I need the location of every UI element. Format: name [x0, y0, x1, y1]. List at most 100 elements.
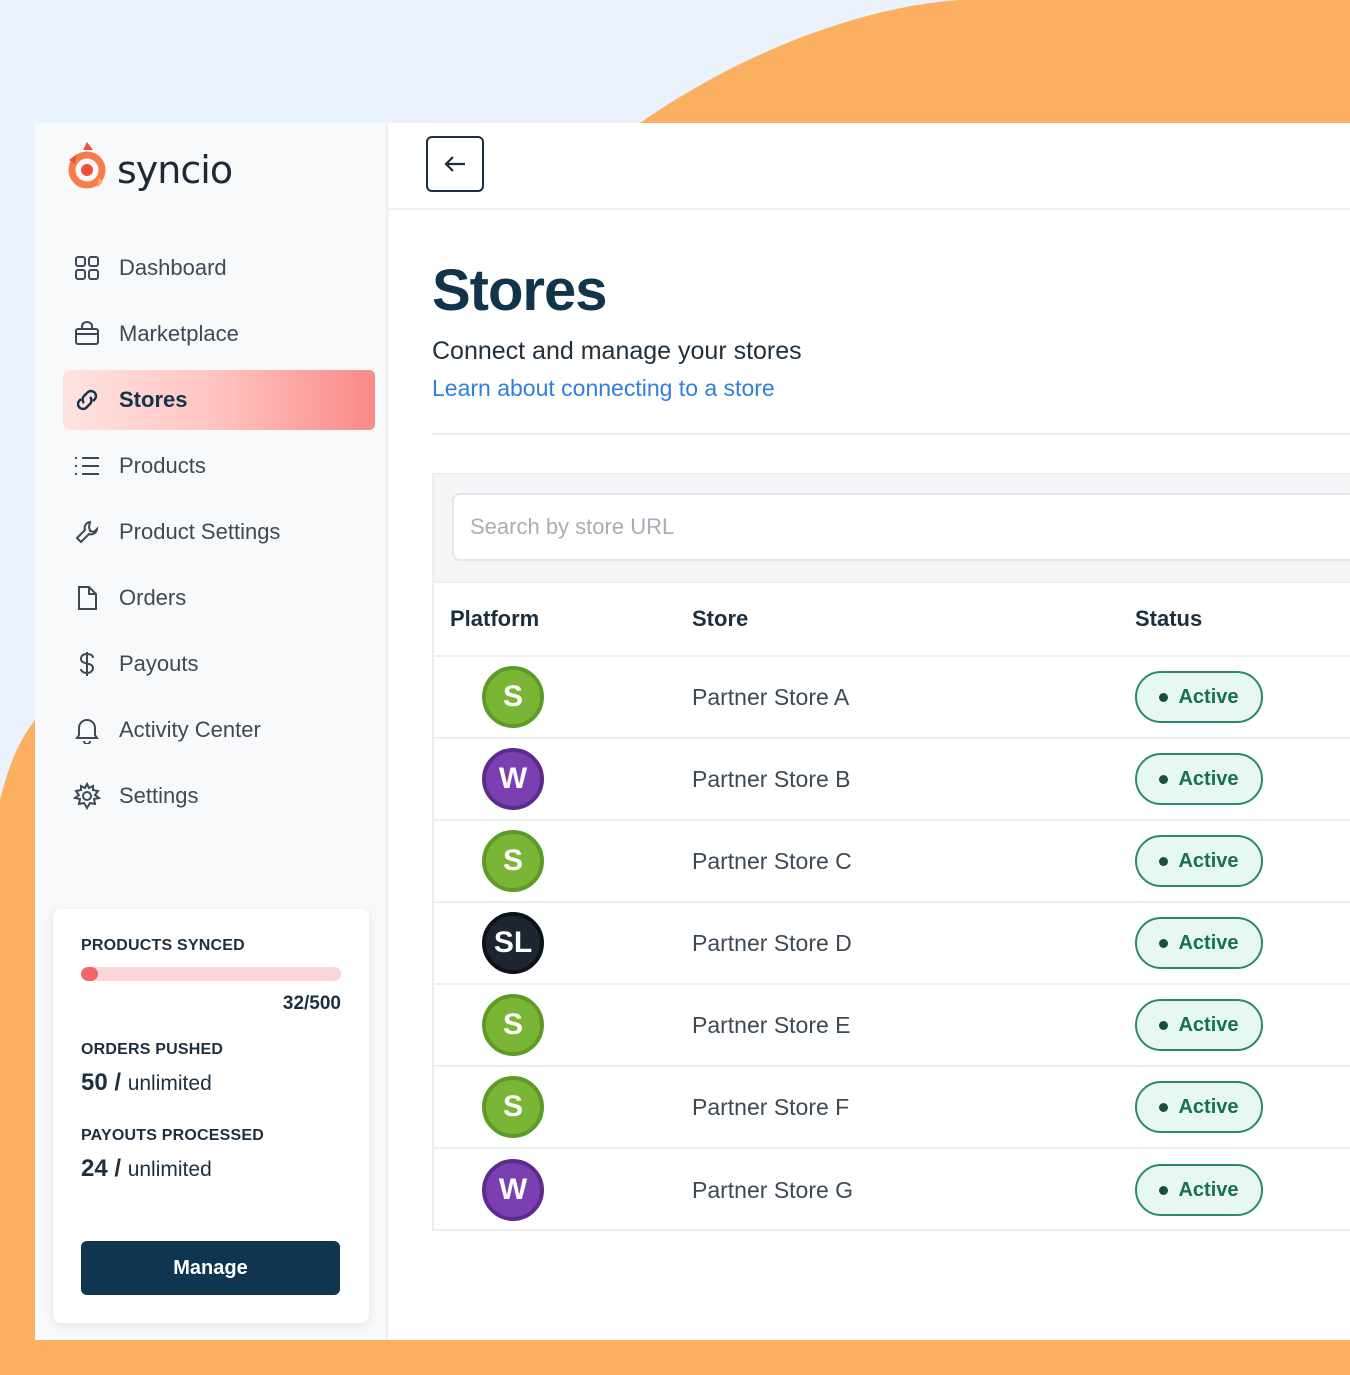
woocommerce-platform-avatar: W [482, 1159, 544, 1221]
sidebar-item-payouts[interactable]: Payouts [63, 634, 375, 694]
table-row[interactable]: SL Partner Store D Active [434, 903, 1350, 985]
store-name: Partner Store B [692, 765, 851, 792]
sidebar-item-label: Product Settings [119, 519, 281, 544]
status-dot-icon [1159, 1185, 1169, 1195]
table-row[interactable]: W Partner Store B Active [434, 739, 1350, 821]
products-synced-progress-fill [81, 967, 98, 981]
products-synced-progress [81, 967, 341, 981]
products-synced-value: 32/500 [282, 993, 341, 1014]
status-badge: Active [1135, 835, 1263, 887]
orders-pushed-value: 50 / unlimited [81, 1069, 341, 1097]
sidebar-item-dashboard[interactable]: Dashboard [63, 238, 375, 298]
store-name: Partner Store E [692, 1011, 851, 1038]
status-badge: Active [1135, 753, 1263, 805]
table-row[interactable]: S Partner Store C Active [434, 821, 1350, 903]
document-icon [73, 584, 101, 612]
sidebar-item-label: Dashboard [119, 255, 227, 280]
table-row[interactable]: S Partner Store F Active [434, 1067, 1350, 1149]
sidebar-item-settings[interactable]: Settings [63, 766, 375, 826]
store-name: Partner Store G [692, 1176, 854, 1203]
woocommerce-platform-avatar: W [482, 748, 544, 810]
status-cell: Active [1135, 1081, 1350, 1133]
table-row[interactable]: W Partner Store G Active [434, 1149, 1350, 1231]
shopify-platform-avatar: S [482, 666, 544, 728]
payouts-processed-count: 24 / [81, 1155, 122, 1182]
sidebar-item-activity-center[interactable]: Activity Center [63, 700, 375, 760]
payouts-processed-block: PAYOUTS PROCESSED 24 / unlimited [81, 1127, 341, 1183]
table-row[interactable]: S Partner Store A Active [434, 657, 1350, 739]
platform-cell: W [434, 748, 692, 810]
gear-icon [73, 782, 101, 810]
brand-name: syncio [117, 148, 233, 192]
payouts-processed-limit: unlimited [127, 1158, 212, 1181]
manage-button[interactable]: Manage [81, 1241, 340, 1295]
logo[interactable]: syncio [63, 138, 233, 202]
products-synced-label: PRODUCTS SYNCED [81, 937, 245, 954]
page-title: Stores [432, 258, 608, 323]
table-body: S Partner Store A Active W Partner Store… [434, 657, 1350, 1231]
store-name: Partner Store F [692, 1093, 850, 1120]
main-content: Stores Connect and manage your stores Le… [388, 123, 1350, 1340]
page-subtitle: Connect and manage your stores [432, 337, 802, 365]
orders-pushed-limit: unlimited [127, 1072, 212, 1095]
sidebar-nav: Dashboard Marketplace Stores Products Pr… [63, 238, 375, 832]
stores-table-panel: Platform Store Status S Partner Store A … [432, 473, 1350, 1231]
platform-cell: W [434, 1159, 692, 1221]
platform-cell: S [434, 1076, 692, 1138]
list-icon [73, 452, 101, 480]
bell-icon [73, 716, 101, 744]
status-cell: Active [1135, 1164, 1350, 1216]
sidebar-item-products[interactable]: Products [63, 436, 375, 496]
status-cell: Active [1135, 999, 1350, 1051]
sidebar-item-label: Marketplace [119, 321, 239, 346]
sidebar-item-orders[interactable]: Orders [63, 568, 375, 628]
sl-platform-avatar: SL [482, 912, 544, 974]
column-header-store: Store [692, 606, 749, 631]
store-name: Partner Store C [692, 847, 852, 874]
table-header: Platform Store Status [434, 583, 1350, 657]
orders-pushed-count: 50 / [81, 1069, 122, 1096]
sidebar: syncio Dashboard Marketplace Stores Prod… [35, 123, 388, 1340]
usage-stats-card: PRODUCTS SYNCED 32/500 ORDERS PUSHED 50 … [53, 909, 369, 1323]
orders-pushed-block: ORDERS PUSHED 50 / unlimited [81, 1041, 341, 1097]
sidebar-item-product-settings[interactable]: Product Settings [63, 502, 375, 562]
payouts-processed-label: PAYOUTS PROCESSED [81, 1127, 265, 1144]
orders-pushed-label: ORDERS PUSHED [81, 1041, 224, 1058]
sidebar-item-marketplace[interactable]: Marketplace [63, 304, 375, 364]
status-text: Active [1178, 767, 1239, 790]
back-button[interactable] [426, 136, 484, 192]
status-badge: Active [1135, 671, 1263, 723]
platform-cell: S [434, 994, 692, 1056]
status-text: Active [1178, 1178, 1239, 1201]
status-badge: Active [1135, 1081, 1263, 1133]
status-dot-icon [1159, 856, 1169, 866]
sidebar-item-label: Orders [119, 585, 187, 610]
shopify-platform-avatar: S [482, 994, 544, 1056]
column-header-platform: Platform [450, 606, 540, 631]
shopping-bag-icon [73, 320, 101, 348]
platform-cell: S [434, 666, 692, 728]
status-cell: Active [1135, 753, 1350, 805]
learn-connecting-link[interactable]: Learn about connecting to a store [432, 375, 775, 402]
store-name: Partner Store D [692, 929, 852, 956]
dollar-icon [73, 650, 101, 678]
shopify-platform-avatar: S [482, 830, 544, 892]
table-row[interactable]: S Partner Store E Active [434, 985, 1350, 1067]
grid-icon [73, 254, 101, 282]
sidebar-item-label: Settings [119, 783, 199, 808]
status-text: Active [1178, 1095, 1239, 1118]
column-header-status: Status [1135, 606, 1203, 631]
link-icon [73, 386, 101, 414]
status-dot-icon [1159, 692, 1169, 702]
status-cell: Active [1135, 835, 1350, 887]
store-name: Partner Store A [692, 683, 850, 710]
top-bar [388, 123, 1350, 210]
platform-cell: SL [434, 912, 692, 974]
payouts-processed-value: 24 / unlimited [81, 1155, 341, 1183]
sidebar-item-label: Activity Center [119, 717, 261, 742]
status-badge: Active [1135, 1164, 1263, 1216]
search-input[interactable] [452, 493, 1350, 561]
arrow-left-icon [444, 156, 465, 172]
status-dot-icon [1159, 938, 1169, 948]
sidebar-item-stores[interactable]: Stores [63, 370, 375, 430]
